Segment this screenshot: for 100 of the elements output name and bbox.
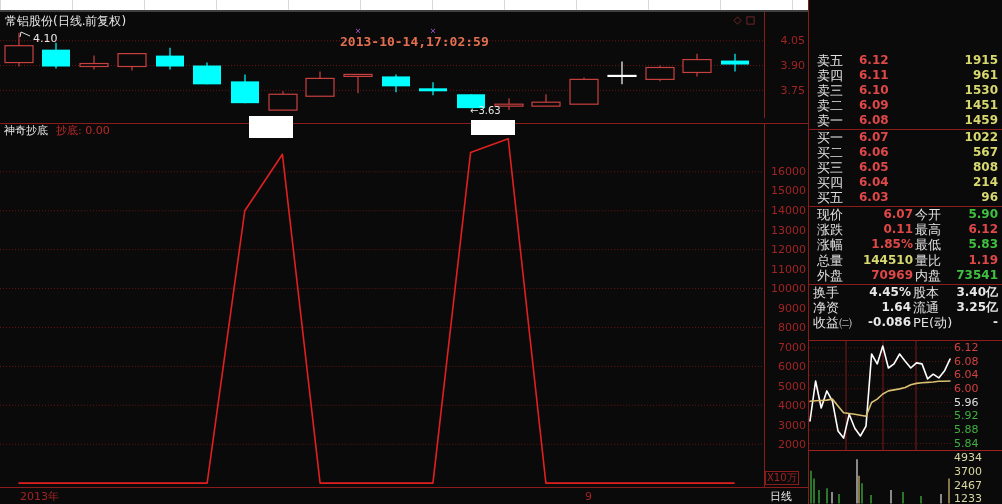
axis-tick-label: 11000 [771, 262, 806, 277]
price-tick-label: 6.12 [954, 341, 980, 355]
axis-tick-label: 5000 [778, 379, 806, 394]
stat-label: 现价 [817, 207, 844, 223]
diamond-icon [733, 16, 742, 25]
stat-label: 收益㈡ [813, 315, 853, 331]
price-tick-label: 6.04 [954, 368, 980, 382]
quote-volume: 567 [971, 145, 998, 160]
candlestick [305, 70, 335, 97]
quote-volume: 1451 [963, 98, 998, 113]
candlestick [645, 64, 675, 82]
stat-label: 净资 [813, 300, 840, 316]
axis-tick-label: 13000 [771, 223, 806, 238]
timestamp: 2013-10-14,17:02:59 [340, 35, 489, 48]
volume-tick-label: 4934 [954, 451, 983, 466]
stat-value: -0.086 [867, 315, 912, 331]
stat-label: 总量 [817, 252, 844, 268]
quote-label: 卖一 [817, 113, 844, 128]
candlestick [569, 76, 599, 105]
price-tick-label: 3.90 [780, 59, 805, 73]
quote-volume: 808 [971, 160, 998, 175]
quote-label: 卖四 [817, 68, 844, 83]
quote-price: 6.10 [859, 83, 890, 98]
stat-value: 3.40亿 [955, 285, 999, 301]
price-tick-label: 5.88 [954, 422, 980, 437]
candlestick [682, 53, 712, 77]
candlestick [231, 73, 259, 104]
candlestick [4, 32, 34, 68]
quote-label: 买五 [817, 190, 844, 205]
candlestick [607, 60, 637, 85]
stat-label: 涨跌 [817, 222, 844, 238]
candlestick [531, 93, 561, 107]
quote-label: 买三 [817, 160, 844, 175]
stat-label: 最低 [915, 237, 942, 253]
candlestick [79, 55, 109, 71]
stat-value: 144510 [861, 252, 914, 268]
stat-label: 量比 [915, 252, 942, 268]
quote-label: 买二 [817, 145, 844, 160]
axis-tick-label: 12000 [771, 243, 806, 257]
quote-label: 买一 [817, 130, 844, 145]
low-price-label: ←3.63 [470, 105, 501, 117]
stat-value: 1.64 [880, 300, 912, 316]
candlestick [419, 81, 447, 96]
axis-tick-label: 16000 [771, 165, 806, 179]
indicator-value: 抄底: 0.00 [56, 124, 110, 137]
stat-value: 0.11 [882, 222, 914, 238]
stat-label: PE(动) [913, 315, 953, 331]
axis-tick-label: 7000 [778, 340, 806, 355]
quote-price: 6.04 [859, 175, 890, 190]
axis-tick-label: 8000 [778, 321, 806, 336]
high-price-label: 4.10 [33, 32, 58, 45]
candlestick [193, 61, 221, 85]
volume-tick-label: 1233 [954, 492, 983, 504]
stat-label: 股本 [913, 285, 940, 301]
quote-volume: 1022 [963, 130, 998, 145]
quote-price: 6.08 [859, 113, 890, 128]
quote-price: 6.11 [859, 68, 890, 83]
stat-value: 4.45% [868, 285, 912, 301]
price-tick-label: 5.92 [954, 409, 980, 423]
stat-label: 涨幅 [817, 237, 844, 253]
axis-tick-label: 2000 [778, 438, 806, 453]
quote-label: 卖三 [817, 83, 844, 98]
stat-label: 流通 [913, 300, 940, 316]
indicator-name: 神奇抄底 [4, 124, 48, 137]
stat-value: 6.12 [967, 222, 999, 238]
quote-price: 6.05 [859, 160, 890, 175]
quote-price: 6.03 [859, 190, 890, 205]
stat-value: 73541 [955, 267, 999, 283]
quote-price: 6.09 [859, 98, 890, 113]
quote-volume: 1459 [963, 113, 998, 128]
volume-tick-label: 2467 [954, 478, 983, 493]
stat-value: 5.83 [967, 237, 999, 253]
price-tick-label: 6.08 [954, 354, 980, 369]
quote-price: 6.06 [859, 145, 890, 160]
quote-label: 卖五 [817, 53, 844, 68]
quote-price: 6.07 [859, 130, 890, 145]
stat-label: 最高 [915, 222, 942, 238]
period-label: 日线 [770, 490, 792, 503]
stat-value: 3.25亿 [955, 300, 999, 316]
price-tick-label: 5.96 [954, 395, 980, 410]
price-tick-label: 6.00 [954, 381, 980, 396]
quote-volume: 96 [980, 190, 998, 205]
unit-label: X10万 [765, 471, 799, 485]
stat-value: 6.07 [882, 207, 914, 223]
signal-marker [471, 120, 515, 135]
candlestick [382, 73, 410, 93]
volume-tick-label: 3700 [954, 465, 983, 479]
axis-tick-label: 6000 [778, 360, 806, 375]
axis-tick-label: 15000 [771, 184, 806, 199]
candlestick [42, 42, 70, 70]
axis-tick-label: 9000 [778, 301, 806, 316]
cross-mark-icon [430, 28, 436, 34]
quote-volume: 961 [971, 68, 998, 83]
stat-label: 今开 [915, 207, 942, 223]
stat-value: 70969 [870, 267, 914, 283]
chart-title: 常铝股份(日线.前复权) [5, 14, 127, 28]
price-tick-label: 3.75 [780, 84, 805, 98]
quote-label: 买四 [817, 175, 844, 190]
quote-volume: 214 [971, 175, 998, 190]
axis-tick-label: 4000 [778, 399, 806, 414]
